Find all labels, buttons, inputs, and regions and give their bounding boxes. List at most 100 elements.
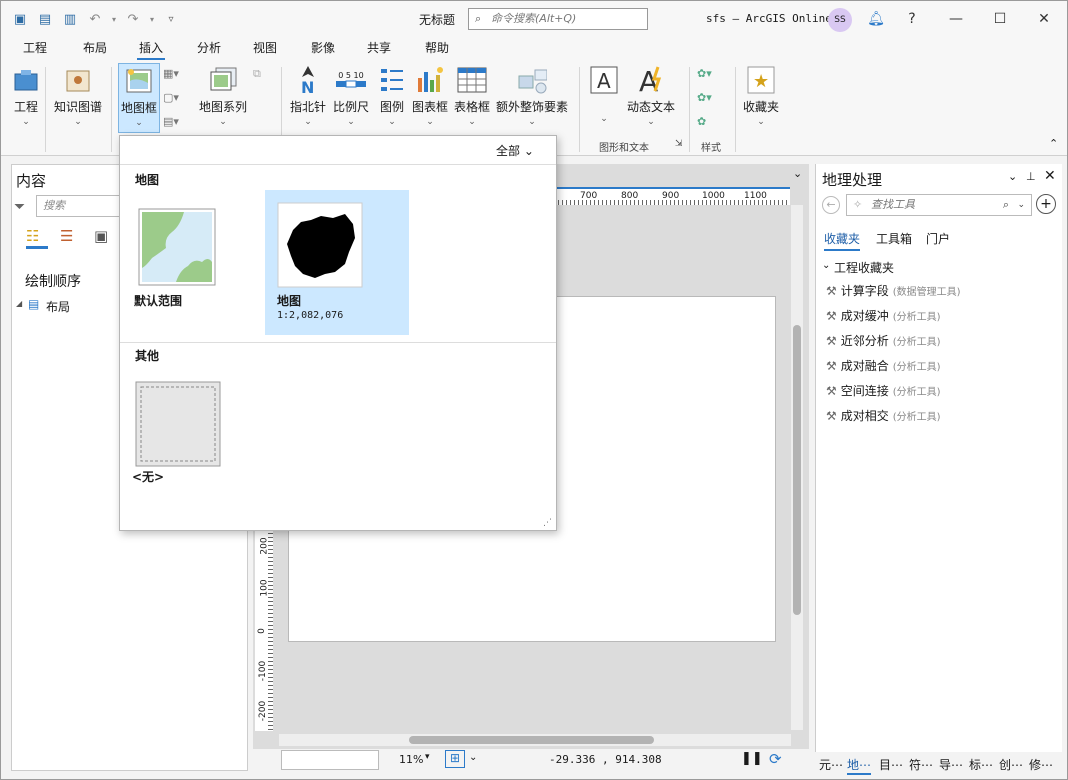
- scroll-thumb[interactable]: [793, 325, 801, 615]
- chevron-down-icon[interactable]: ⌄: [1017, 195, 1025, 215]
- drawing-order-icon[interactable]: ☷: [26, 227, 48, 249]
- table-frame-button[interactable]: 表格框 ⌄: [454, 65, 490, 127]
- command-search-input[interactable]: ⌕ 命令搜索(Alt+Q): [468, 8, 648, 30]
- project-favorites-group[interactable]: 工程收藏夹: [834, 259, 894, 276]
- tool-item[interactable]: ⚒ 成对相交 (分析工具): [826, 407, 941, 424]
- drawing-order-heading: 绘制顺序: [25, 274, 81, 290]
- reshape-frame-icon[interactable]: ▢▾: [163, 91, 185, 109]
- close-icon[interactable]: ✕: [1031, 7, 1057, 31]
- bottom-tab[interactable]: 目⋯: [879, 756, 903, 773]
- add-tool-icon[interactable]: +: [1036, 194, 1056, 214]
- maximize-icon[interactable]: ☐: [987, 7, 1013, 31]
- bottom-tab[interactable]: 创⋯: [999, 756, 1023, 773]
- text-button[interactable]: A ⌄: [589, 65, 619, 124]
- tab-imagery[interactable]: 影像: [309, 39, 337, 56]
- project-button[interactable]: 工程 ⌄: [11, 65, 41, 127]
- tool-item[interactable]: ⚒ 空间连接 (分析工具): [826, 382, 941, 399]
- close-pane-icon[interactable]: ✕: [1044, 168, 1056, 184]
- north-arrow-button[interactable]: N 指北针 ⌄: [290, 65, 326, 127]
- favorites-button[interactable]: ★ 收藏夹 ⌄: [743, 65, 779, 127]
- tab-portal[interactable]: 门户: [926, 230, 950, 247]
- view-chevron-icon[interactable]: ⌄: [793, 167, 802, 180]
- tab-insert[interactable]: 插入: [137, 39, 166, 60]
- find-tools-input[interactable]: ✧ 查找工具 ⌕ ⌄: [846, 194, 1032, 216]
- tool-item[interactable]: ⚒ 成对缓冲 (分析工具): [826, 307, 941, 324]
- tab-help[interactable]: 帮助: [423, 39, 451, 56]
- customize-qat-icon[interactable]: ▿: [160, 9, 182, 29]
- dialog-launcher-icon[interactable]: ⇲: [675, 139, 683, 149]
- grid-frame-icon[interactable]: ▤▾: [163, 115, 185, 133]
- bottom-tab[interactable]: 修⋯: [1029, 756, 1053, 773]
- help-button[interactable]: ?: [899, 7, 925, 31]
- gallery-item-map[interactable]: 地图 1:2,082,076: [265, 190, 409, 335]
- gallery-item-none[interactable]: <无>: [132, 376, 242, 486]
- tab-favorites[interactable]: 收藏夹: [824, 230, 861, 251]
- dynamic-text-button[interactable]: A 动态文本 ⌄: [627, 65, 675, 127]
- hammer-icon: ⚒: [826, 383, 837, 398]
- tab-view[interactable]: 视图: [251, 39, 279, 56]
- tool-item[interactable]: ⚒ 近邻分析 (分析工具): [826, 332, 941, 349]
- selection-icon[interactable]: ☰: [60, 227, 82, 249]
- bottom-tab[interactable]: 符⋯: [909, 756, 933, 773]
- account-label[interactable]: sfs – ArcGIS Online: [706, 12, 832, 25]
- layout-tree-item[interactable]: 布局: [46, 298, 70, 315]
- redo-dropdown-icon[interactable]: ▾: [147, 9, 157, 29]
- pause-drawing-icon[interactable]: ❚❚: [741, 751, 763, 766]
- back-arrow-icon[interactable]: ←: [822, 196, 840, 214]
- undo-dropdown-icon[interactable]: ▾: [109, 9, 119, 29]
- horizontal-scrollbar[interactable]: [279, 734, 791, 746]
- gallery-item-default-extent[interactable]: 默认范围: [132, 196, 262, 316]
- legend-button[interactable]: 图例 ⌄: [377, 65, 407, 127]
- undo-icon[interactable]: ↶: [84, 9, 106, 29]
- chart-frame-button[interactable]: 图表框 ⌄: [412, 65, 448, 127]
- tool-item[interactable]: ⚒ 成对融合 (分析工具): [826, 357, 941, 374]
- save-project-icon[interactable]: ▥: [59, 9, 81, 29]
- minimize-icon[interactable]: —: [943, 7, 969, 31]
- open-project-icon[interactable]: ▤: [34, 9, 56, 29]
- pin-icon[interactable]: ⊥: [1026, 170, 1036, 183]
- add-style-icon[interactable]: ✿▾: [697, 67, 719, 85]
- grid-snap-icon[interactable]: ⊞: [445, 750, 465, 768]
- refresh-icon[interactable]: ⟳: [769, 750, 782, 768]
- expand-arrow-icon[interactable]: ◢: [16, 299, 22, 308]
- style-tool-icon[interactable]: ✿: [697, 115, 719, 133]
- notification-bell-icon[interactable]: 🔔︎: [863, 7, 889, 31]
- expand-arrow-icon[interactable]: ⌄: [822, 260, 830, 271]
- tab-share[interactable]: 共享: [365, 39, 393, 56]
- tab-project[interactable]: 工程: [21, 39, 49, 56]
- scale-bar-button[interactable]: 0 5 10 比例尺 ⌄: [333, 65, 369, 128]
- bottom-tab-geoprocessing[interactable]: 地⋯: [847, 756, 872, 775]
- chevron-down-icon[interactable]: ▾: [425, 752, 430, 762]
- bottom-tab[interactable]: 导⋯: [939, 756, 963, 773]
- import-style-icon[interactable]: ✿▾: [697, 91, 719, 109]
- tool-item[interactable]: ⚒ 计算字段 (数据管理工具): [826, 282, 961, 299]
- sparkle-icon: ✧: [853, 198, 863, 211]
- chevron-down-icon[interactable]: ⌄: [469, 752, 477, 763]
- source-icon[interactable]: ▣: [94, 227, 116, 249]
- avatar[interactable]: SS: [828, 8, 852, 32]
- redo-icon[interactable]: ↷: [122, 9, 144, 29]
- filter-icon[interactable]: ⏷: [14, 199, 25, 215]
- scroll-thumb[interactable]: [409, 736, 654, 744]
- rectangle-frame-icon[interactable]: ▦▾: [163, 67, 185, 85]
- bottom-tab[interactable]: 标⋯: [969, 756, 993, 773]
- new-project-icon[interactable]: ▣: [9, 9, 31, 29]
- gallery-filter-dropdown[interactable]: 全部 ⌄: [496, 142, 534, 159]
- bottom-tab[interactable]: 元⋯: [819, 756, 843, 773]
- collapse-ribbon-icon[interactable]: ⌃: [1049, 137, 1058, 150]
- tab-toolboxes[interactable]: 工具箱: [876, 230, 912, 247]
- vertical-scrollbar[interactable]: [791, 205, 803, 730]
- contents-search-input[interactable]: 搜索: [36, 195, 126, 217]
- map-series-button[interactable]: 地图系列 ⌄: [199, 65, 247, 127]
- map-frame-button[interactable]: 地图框 ⌄: [118, 63, 161, 133]
- zoom-level[interactable]: 11%: [399, 753, 423, 766]
- knowledge-graph-button[interactable]: 知识图谱 ⌄: [54, 65, 102, 127]
- tab-analysis[interactable]: 分析: [195, 39, 223, 56]
- vertical-ruler: 200 100 0 -100 -200: [255, 521, 273, 731]
- tab-layout[interactable]: 布局: [81, 39, 109, 56]
- svg-text:A: A: [597, 69, 611, 93]
- scale-combo[interactable]: [281, 750, 379, 770]
- resize-grip-icon[interactable]: ⋰: [543, 518, 552, 528]
- extra-surround-button[interactable]: 额外整饰要素 ⌄: [496, 65, 568, 127]
- pane-menu-chevron-icon[interactable]: ⌄: [1008, 170, 1017, 183]
